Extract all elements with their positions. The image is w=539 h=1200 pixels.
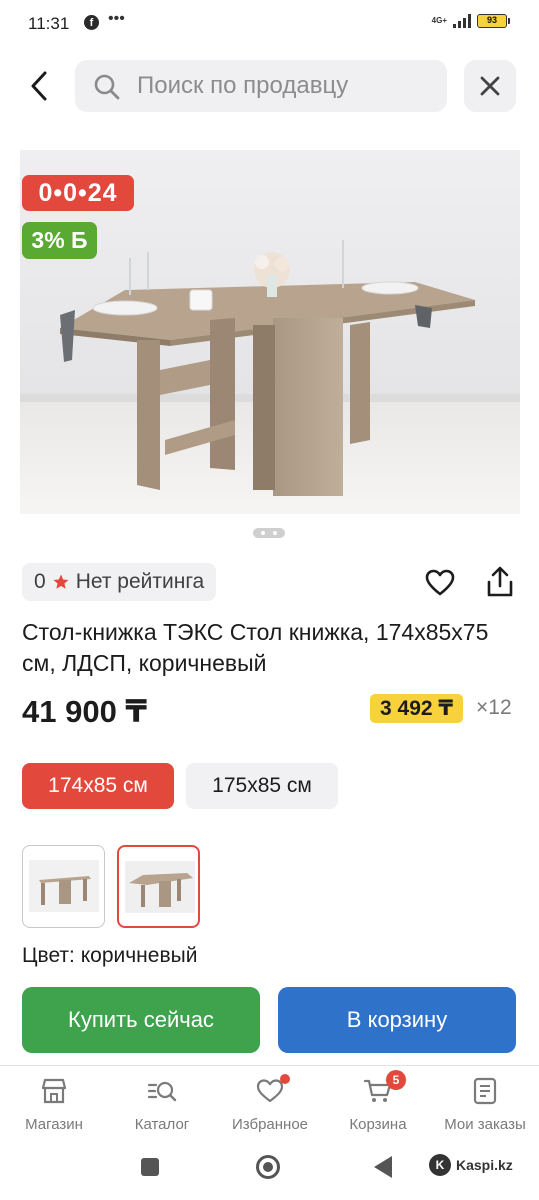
notification-dot [280,1074,290,1084]
add-to-cart-button[interactable]: В корзину [278,987,516,1053]
nav-item-catalog[interactable]: Каталог [108,1066,216,1142]
search-icon [94,74,120,100]
product-title: Стол-книжка ТЭКС Стол книжка, 174x85x75 … [22,619,489,676]
back-button[interactable] [22,68,58,104]
signal-icon [453,14,471,28]
rating-text: Нет рейтинга [75,570,205,593]
home-button[interactable] [256,1155,280,1179]
close-icon [480,76,500,96]
thumbnail-open-table [125,861,195,913]
nav-label-favorites: Избранное [231,1116,309,1133]
star-icon [53,574,69,589]
search-input[interactable] [137,72,437,100]
installment-price[interactable]: 3 492 ₸ [370,694,463,723]
header [0,60,539,112]
share-icon [487,566,513,597]
product-price: 41 900 ₸ [22,694,147,729]
shop-icon [41,1078,67,1104]
orders-icon [473,1077,497,1105]
color-thumbnail-selected[interactable] [117,845,200,928]
heart-icon [425,569,455,596]
kaspi-watermark: K Kaspi.kz [429,1154,513,1176]
favorite-button[interactable] [424,567,456,599]
nav-item-cart[interactable]: 5 Корзина [324,1066,432,1142]
bonus-badge: 3% Б [22,222,97,259]
status-indicators: 4G+ 93 [431,14,510,28]
thumbnail-folded-table [29,860,99,912]
close-button[interactable] [464,60,516,112]
nav-item-shop[interactable]: Магазин [0,1066,108,1142]
network-type: 4G+ [431,16,447,25]
status-bar: 11:31 f ••• 4G+ 93 [0,0,539,48]
more-dots-icon: ••• [108,10,125,27]
rating-count: 0 [34,570,46,593]
chevron-left-icon [31,71,47,101]
cart-count-badge: 5 [386,1070,406,1090]
recent-apps-button[interactable] [141,1158,159,1176]
status-time: 11:31 [28,14,70,33]
nav-item-favorites[interactable]: Избранное [216,1066,324,1142]
color-thumbnail[interactable] [22,845,105,928]
search-box[interactable] [75,60,447,112]
nav-item-orders[interactable]: Мои заказы [431,1066,539,1142]
color-label: Цвет: коричневый [22,944,198,967]
buy-now-button[interactable]: Купить сейчас [22,987,260,1053]
nav-label-orders: Мои заказы [444,1116,526,1133]
size-option-selected[interactable]: 174x85 см [22,763,174,809]
catalog-search-icon [147,1081,177,1102]
pager-dot-active [261,531,265,535]
pager-dot [273,531,277,535]
system-back-button[interactable] [374,1156,392,1178]
image-pager [253,528,285,538]
share-button[interactable] [484,565,516,599]
kaspi-brand: Kaspi.kz [456,1157,513,1173]
timer-badge: 0•0•24 [22,175,134,211]
system-nav-bar: K Kaspi.kz [0,1141,539,1200]
facebook-icon: f [84,15,99,30]
installment-months: ×12 [476,696,512,719]
kaspi-logo-icon: K [429,1154,451,1176]
bottom-nav: Магазин Каталог Избранное 5 Корзина Мои … [0,1065,539,1141]
rating-chip[interactable]: 0 Нет рейтинга [22,563,217,601]
size-option[interactable]: 175x85 см [186,763,338,809]
battery-icon: 93 [477,14,510,28]
nav-label-shop: Магазин [25,1116,83,1133]
nav-label-catalog: Каталог [134,1116,190,1133]
nav-label-cart: Корзина [349,1116,407,1133]
